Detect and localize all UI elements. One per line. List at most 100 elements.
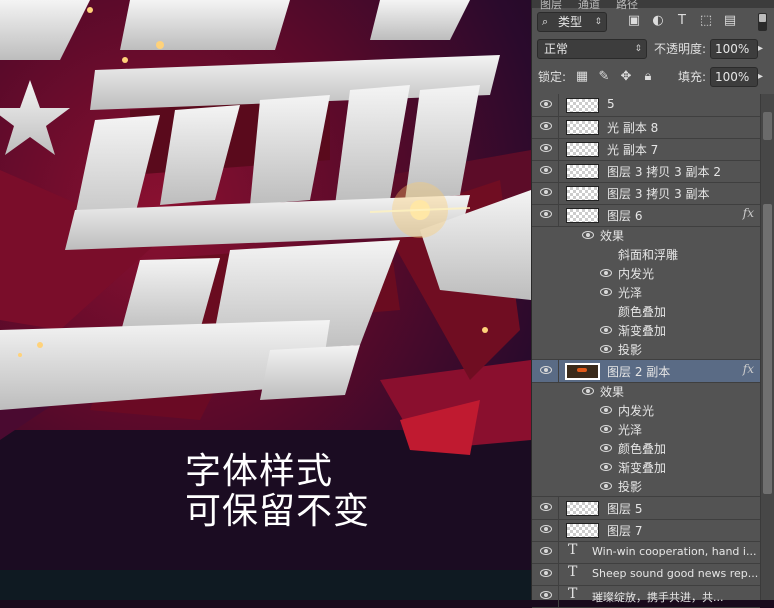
eye-icon[interactable]: [600, 482, 612, 490]
effect-row[interactable]: 投影: [532, 477, 760, 497]
effect-row[interactable]: 投影: [532, 340, 760, 360]
layer-row[interactable]: 光 副本 8: [532, 116, 760, 139]
opacity-input[interactable]: 100%: [710, 39, 758, 59]
eye-icon[interactable]: [540, 569, 552, 577]
eye-icon[interactable]: [600, 444, 612, 452]
fill-value: 100%: [715, 70, 750, 84]
eye-icon[interactable]: [540, 188, 552, 196]
layers-list: 5 光 副本 8 光 副本 7 图层 3 拷贝 3 副本 2 图层 3 拷贝 3…: [532, 94, 760, 608]
layer-name: Win-win cooperation, hand i...: [592, 545, 757, 558]
layer-name: 图层 5: [607, 502, 643, 516]
fx-icon[interactable]: fx: [743, 362, 754, 376]
effect-row[interactable]: 颜色叠加: [532, 302, 760, 321]
eye-icon[interactable]: [582, 231, 594, 239]
adjustment-filter-icon[interactable]: ◐: [650, 13, 666, 29]
layer-name: 5: [607, 97, 615, 111]
effects-group-row[interactable]: 效果: [532, 382, 760, 401]
eye-icon[interactable]: [600, 406, 612, 414]
text-layer-row[interactable]: T 璀璨绽放，携手共进，共...: [532, 585, 760, 608]
document-canvas[interactable]: 字体样式 可保留不变: [0, 0, 531, 600]
eye-icon[interactable]: [600, 326, 612, 334]
search-icon: ⌕: [542, 15, 549, 28]
shape-filter-icon[interactable]: ⬚: [698, 13, 714, 29]
lock-all-icon[interactable]: 🔒︎: [640, 69, 656, 85]
opacity-dropdown-icon[interactable]: ▸: [758, 43, 763, 54]
layer-name: 璀璨绽放，携手共进，共...: [592, 591, 724, 604]
effects-group-row[interactable]: 效果: [532, 226, 760, 245]
lock-position-icon[interactable]: ✥: [618, 69, 634, 85]
eye-icon[interactable]: [582, 387, 594, 395]
eye-icon[interactable]: [540, 503, 552, 511]
text-layer-icon: T: [568, 542, 578, 558]
type-filter-icon[interactable]: T: [674, 13, 690, 29]
layers-scrollbar[interactable]: [760, 94, 774, 600]
blend-mode-select[interactable]: 正常 ⇕: [537, 39, 647, 59]
effect-row[interactable]: 内发光: [532, 264, 760, 283]
effect-name: 渐变叠加: [618, 461, 667, 475]
lock-transparent-pixels-icon[interactable]: ▦: [574, 69, 590, 85]
layer-name: 图层 6: [607, 209, 643, 223]
filter-toggle[interactable]: [758, 13, 767, 31]
effect-row[interactable]: 渐变叠加: [532, 458, 760, 477]
opacity-label: 不透明度:: [654, 42, 707, 56]
effect-name: 颜色叠加: [618, 305, 667, 319]
effect-name: 投影: [618, 480, 643, 494]
effect-row[interactable]: 斜面和浮雕: [532, 245, 760, 264]
eye-icon[interactable]: [540, 166, 552, 174]
eye-icon[interactable]: [600, 463, 612, 471]
layer-row[interactable]: 图层 7: [532, 519, 760, 542]
eye-icon[interactable]: [540, 122, 552, 130]
effect-name: 斜面和浮雕: [618, 248, 679, 262]
effect-name: 光泽: [618, 286, 643, 300]
eye-icon[interactable]: [600, 425, 612, 433]
layers-panel: 图层 通道 路径 ⌕ 类型 ⇕ ▣ ◐ T ⬚ ▤ 正常 ⇕ 不透明度: 100…: [531, 0, 774, 608]
layer-row[interactable]: 图层 5: [532, 497, 760, 520]
layer-name: 图层 7: [607, 524, 643, 538]
caption-line-2: 可保留不变: [185, 491, 371, 532]
effect-row[interactable]: 渐变叠加: [532, 321, 760, 340]
text-layer-row[interactable]: T Sheep sound good news rep...: [532, 563, 760, 586]
eye-icon[interactable]: [540, 100, 552, 108]
layer-thumbnail: [566, 142, 599, 157]
effect-name: 内发光: [618, 404, 655, 418]
effect-row[interactable]: 内发光: [532, 401, 760, 420]
effect-row[interactable]: 光泽: [532, 283, 760, 302]
effect-row[interactable]: 颜色叠加: [532, 439, 760, 458]
effect-name: 渐变叠加: [618, 324, 667, 338]
fx-icon[interactable]: fx: [743, 206, 754, 220]
effects-label: 效果: [600, 229, 625, 243]
layer-row-selected[interactable]: 图层 2 副本 fx: [532, 360, 760, 383]
fill-dropdown-icon[interactable]: ▸: [758, 71, 763, 82]
eye-icon[interactable]: [540, 591, 552, 599]
layer-row[interactable]: 5: [532, 94, 760, 117]
layer-thumbnail: [566, 208, 599, 223]
effect-name: 光泽: [618, 423, 643, 437]
eye-icon[interactable]: [600, 288, 612, 296]
eye-icon[interactable]: [600, 269, 612, 277]
filter-row: ⌕ 类型 ⇕ ▣ ◐ T ⬚ ▤: [532, 10, 774, 34]
eye-icon[interactable]: [540, 144, 552, 152]
eye-icon[interactable]: [540, 210, 552, 218]
lock-image-pixels-icon[interactable]: ✎: [596, 69, 612, 85]
effect-row[interactable]: 光泽: [532, 420, 760, 439]
blend-mode-value: 正常: [544, 42, 569, 56]
layer-row[interactable]: 图层 6 fx: [532, 204, 760, 227]
smart-object-filter-icon[interactable]: ▤: [722, 13, 738, 29]
layer-row[interactable]: 图层 3 拷贝 3 副本 2: [532, 160, 760, 183]
lock-label: 锁定:: [538, 70, 567, 84]
layer-row[interactable]: 图层 3 拷贝 3 副本: [532, 182, 760, 205]
scrollbar-thumb[interactable]: [763, 204, 772, 494]
effect-name: 颜色叠加: [618, 442, 667, 456]
image-filter-icon[interactable]: ▣: [626, 13, 642, 29]
text-layer-row[interactable]: T Win-win cooperation, hand i...: [532, 541, 760, 564]
eye-icon[interactable]: [600, 345, 612, 353]
fill-input[interactable]: 100%: [710, 67, 758, 87]
eye-icon[interactable]: [540, 547, 552, 555]
scrollbar-upper-segment[interactable]: [763, 112, 772, 140]
eye-icon[interactable]: [540, 366, 552, 374]
layer-row[interactable]: 光 副本 7: [532, 138, 760, 161]
chevron-updown-icon: ⇕: [634, 44, 642, 54]
lock-row: 锁定: ▦ ✎ ✥ 🔒︎ 填充: 100% ▸: [532, 66, 774, 90]
eye-icon[interactable]: [540, 525, 552, 533]
filter-kind-select[interactable]: ⌕ 类型 ⇕: [537, 12, 607, 32]
